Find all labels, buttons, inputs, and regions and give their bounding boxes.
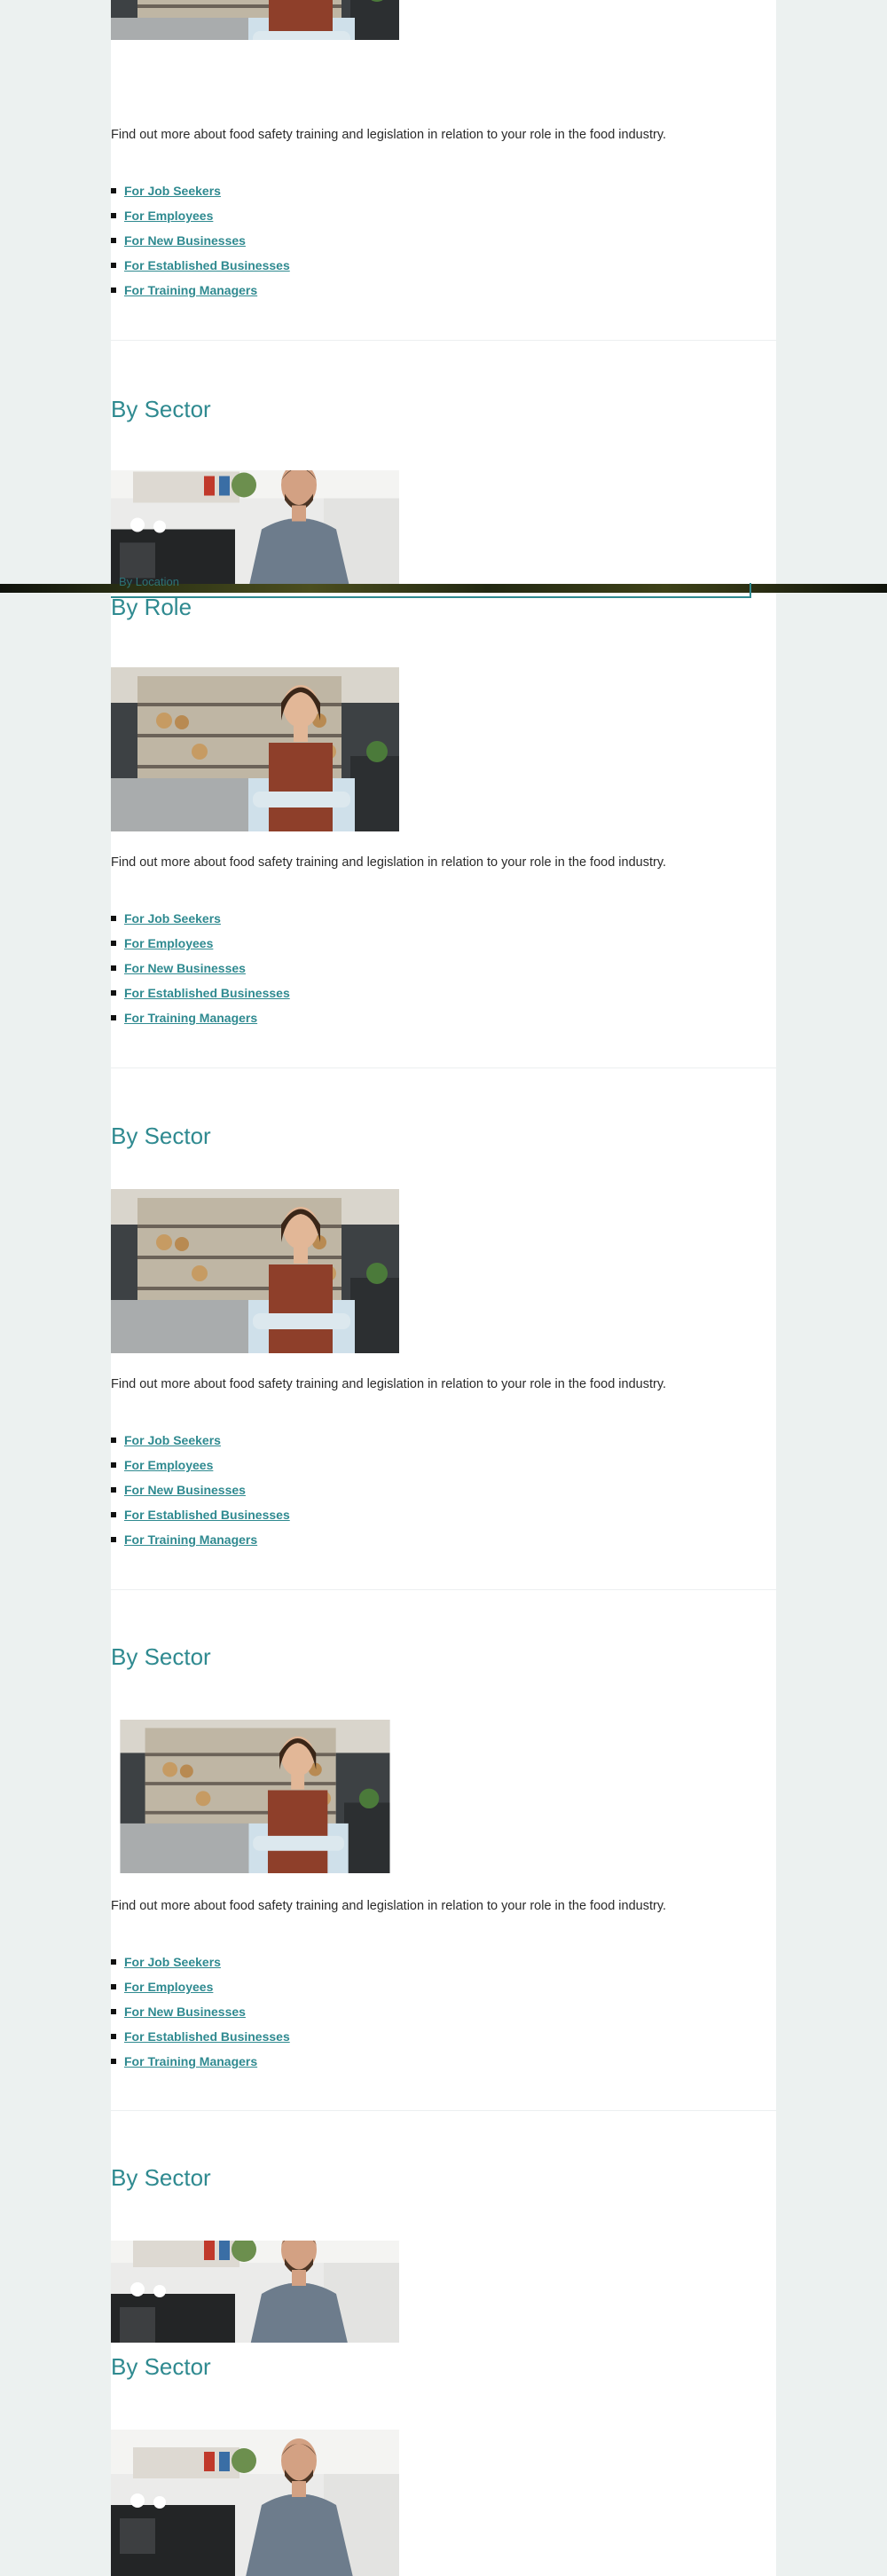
link-new-businesses[interactable]: For New Businesses [124, 1483, 246, 1497]
list-item: For Job Seekers [111, 910, 290, 935]
list-item: For New Businesses [111, 1482, 290, 1507]
link-training-managers[interactable]: For Training Managers [124, 1532, 257, 1547]
link-established-businesses[interactable]: For Established Businesses [124, 986, 290, 1000]
location-dropdown-frame[interactable] [111, 583, 751, 598]
list-item: For New Businesses [111, 232, 290, 257]
link-new-businesses[interactable]: For New Businesses [124, 2005, 246, 2019]
link-new-businesses[interactable]: For New Businesses [124, 961, 246, 975]
link-new-businesses[interactable]: For New Businesses [124, 233, 246, 248]
section-heading-by-sector: By Sector [111, 1123, 211, 1149]
list-item: For Employees [111, 1979, 290, 2004]
content-column: Find out more about food safety training… [111, 0, 776, 2576]
section-heading-by-sector: By Sector [111, 1643, 211, 1670]
list-item: For Employees [111, 935, 290, 960]
list-item: For Job Seekers [111, 1954, 290, 1979]
link-job-seekers[interactable]: For Job Seekers [124, 1433, 221, 1447]
woman-bakery-photo [111, 1189, 399, 1353]
section-heading-by-sector: By Sector [111, 396, 211, 422]
link-established-businesses[interactable]: For Established Businesses [124, 258, 290, 272]
list-item: For Training Managers [111, 2053, 290, 2078]
list-item: For Established Businesses [111, 2029, 290, 2053]
intro-text: Find out more about food safety training… [111, 855, 667, 870]
list-item: For Established Businesses [111, 985, 290, 1010]
woman-bakery-photo [111, 1720, 399, 1873]
link-job-seekers[interactable]: For Job Seekers [124, 184, 221, 198]
link-training-managers[interactable]: For Training Managers [124, 283, 257, 297]
role-link-list: For Job Seekers For Employees For New Bu… [111, 1954, 290, 2078]
list-item: For New Businesses [111, 960, 290, 985]
location-dropdown-label: By Location [119, 575, 179, 588]
link-employees[interactable]: For Employees [124, 1980, 213, 1994]
man-cafe-photo [111, 470, 399, 584]
role-link-list: For Job Seekers For Employees For New Bu… [111, 1432, 290, 1556]
link-job-seekers[interactable]: For Job Seekers [124, 1955, 221, 1969]
list-item: For Training Managers [111, 1010, 290, 1035]
man-cafe-photo [111, 2430, 399, 2576]
section-heading-by-sector: By Sector [111, 2164, 211, 2191]
woman-bakery-photo [111, 667, 399, 831]
link-employees[interactable]: For Employees [124, 936, 213, 950]
list-item: For Established Businesses [111, 1507, 290, 1532]
list-item: For Training Managers [111, 282, 290, 307]
link-training-managers[interactable]: For Training Managers [124, 2054, 257, 2068]
link-job-seekers[interactable]: For Job Seekers [124, 911, 221, 926]
intro-text: Find out more about food safety training… [111, 128, 667, 142]
link-established-businesses[interactable]: For Established Businesses [124, 1508, 290, 1522]
link-employees[interactable]: For Employees [124, 1458, 213, 1472]
list-item: For Employees [111, 1457, 290, 1482]
list-item: For Training Managers [111, 1532, 290, 1556]
list-item: For Employees [111, 208, 290, 232]
link-employees[interactable]: For Employees [124, 209, 213, 223]
role-link-list: For Job Seekers For Employees For New Bu… [111, 910, 290, 1035]
intro-text: Find out more about food safety training… [111, 1899, 667, 1913]
section-heading-by-sector: By Sector [111, 2353, 211, 2380]
section-divider [111, 340, 776, 341]
link-established-businesses[interactable]: For Established Businesses [124, 2029, 290, 2044]
list-item: For Job Seekers [111, 183, 290, 208]
list-item: For New Businesses [111, 2004, 290, 2029]
section-divider [111, 1589, 776, 1590]
list-item: For Established Businesses [111, 257, 290, 282]
woman-bakery-photo [111, 0, 399, 102]
list-item: For Job Seekers [111, 1432, 290, 1457]
section-divider [111, 1067, 776, 1068]
role-link-list: For Job Seekers For Employees For New Bu… [111, 183, 290, 307]
intro-text: Find out more about food safety training… [111, 1377, 667, 1391]
man-cafe-photo [111, 2241, 399, 2343]
link-training-managers[interactable]: For Training Managers [124, 1011, 257, 1025]
section-divider [111, 2110, 776, 2111]
